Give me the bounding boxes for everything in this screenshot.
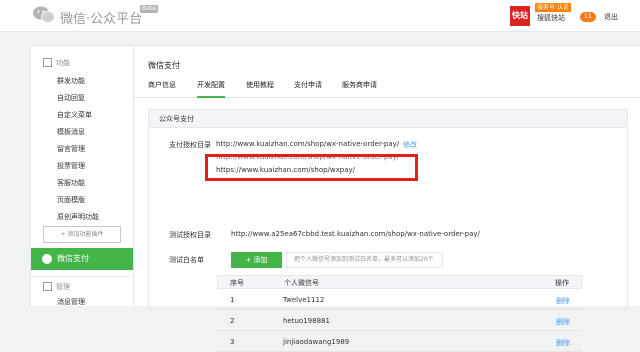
- account-avatar[interactable]: 快站: [510, 6, 530, 26]
- table-row: 1 Twelve1112 删除: [217, 289, 582, 310]
- wechat-logo-icon: [33, 6, 55, 23]
- tab-bar: 商户信息 开发配置 使用教程 支付申请 服务商申请: [134, 78, 640, 98]
- logout-link[interactable]: 退出: [604, 12, 618, 22]
- row-wechat-id: hetuo198881: [283, 317, 330, 325]
- sidebar-item-original-declaration[interactable]: 原创声明功能: [57, 212, 99, 222]
- tab-tutorial[interactable]: 使用教程: [246, 80, 274, 90]
- tab-merchant-info[interactable]: 商户信息: [148, 80, 176, 90]
- modify-link[interactable]: 修改: [403, 140, 417, 150]
- delete-link[interactable]: 删除: [556, 338, 570, 348]
- test-dir-label: 测试授权目录: [169, 231, 211, 239]
- panel-title: 公众号支付: [149, 110, 627, 128]
- row-no: 1: [230, 296, 235, 304]
- tab-provider-apply[interactable]: 服务商申请: [342, 80, 377, 90]
- table-header: 序号 个人微信号 操作: [217, 275, 582, 289]
- col-header-action: 操作: [555, 279, 569, 287]
- sidebar-section-function: 功能: [43, 58, 70, 68]
- col-header-wechat-id: 个人微信号: [284, 279, 319, 287]
- delete-link[interactable]: 删除: [556, 296, 570, 306]
- row-wechat-id: jinjiaodawang1989: [283, 338, 350, 346]
- table-row: 3 jinjiaodawang1989 删除: [217, 331, 582, 352]
- public-account-pay-panel: 公众号支付 支付授权目录 http://www.kuaizhan.com/sho…: [148, 109, 628, 352]
- whitelist-hint: 把个人微信号添加到测试白名单，最多可以添加20个: [286, 252, 443, 268]
- row-no: 2: [230, 317, 235, 325]
- tab-dev-config[interactable]: 开发配置: [197, 80, 225, 98]
- test-dir-url: http://www.a25ea67cbbd.test.kuaizhan.com…: [231, 230, 480, 238]
- row-wechat-id: Twelve1112: [283, 296, 325, 304]
- col-header-no: 序号: [230, 279, 244, 287]
- tab-payment-apply[interactable]: 支付申请: [294, 80, 322, 90]
- account-name[interactable]: 搜狐快站: [537, 13, 565, 23]
- sidebar: 功能 群发功能 自动回复 自定义菜单 模板消息 留言管理 投票管理 客服功能 页…: [30, 45, 134, 306]
- sidebar-item-wechat-pay[interactable]: 微信支付: [31, 248, 133, 270]
- page-title: 微信支付: [148, 61, 180, 70]
- account-type-badge: 服务号·认证: [535, 3, 571, 12]
- message-count-badge[interactable]: 11: [580, 12, 596, 22]
- beta-badge: Beta: [140, 5, 158, 13]
- function-grid-icon: [43, 58, 52, 67]
- pay-dir-label: 支付授权目录: [169, 141, 211, 149]
- sidebar-item-custom-menu[interactable]: 自定义菜单: [57, 110, 92, 120]
- sidebar-item-auto-reply[interactable]: 自动回复: [57, 93, 85, 103]
- manage-icon: [43, 282, 52, 291]
- table-row: 2 hetuo198881 删除: [217, 310, 582, 331]
- sidebar-item-page-templates[interactable]: 页面模版: [57, 195, 85, 205]
- brand-title[interactable]: 微信·公众平台: [60, 8, 142, 27]
- whitelist-label: 测试白名单: [169, 256, 204, 264]
- whitelist-table: 序号 个人微信号 操作 1 Twelve1112 删除 2 hetuo19888…: [217, 275, 582, 352]
- top-bar: 微信·公众平台 Beta 快站 服务号·认证 搜狐快站 11 退出: [0, 0, 640, 32]
- main-content: 微信支付 商户信息 开发配置 使用教程 支付申请 服务商申请 公众号支付 支付授…: [134, 45, 640, 352]
- sidebar-item-mass-send[interactable]: 群发功能: [57, 76, 85, 86]
- sidebar-divider: [31, 276, 133, 277]
- sidebar-item-comments[interactable]: 留言管理: [57, 144, 85, 154]
- pay-dir-url: http://www.kuaizhan.com/shop/wx-native-o…: [216, 140, 400, 148]
- wechat-pay-icon: [42, 254, 52, 264]
- sidebar-item-votes[interactable]: 投票管理: [57, 161, 85, 171]
- highlight-box: [205, 154, 418, 181]
- add-plugin-button[interactable]: + 添加功能插件: [43, 226, 121, 243]
- sidebar-section-label: 功能: [56, 59, 70, 67]
- row-no: 3: [230, 338, 235, 346]
- delete-link[interactable]: 删除: [556, 317, 570, 327]
- sidebar-item-template-message[interactable]: 模板消息: [57, 127, 85, 137]
- sidebar-item-label: 微信支付: [57, 254, 89, 263]
- sidebar-section-manage: 管理: [43, 282, 70, 292]
- add-whitelist-button[interactable]: + 添加: [231, 252, 282, 268]
- sidebar-item-customer-service[interactable]: 客服功能: [57, 178, 85, 188]
- sidebar-section-label: 管理: [56, 283, 70, 291]
